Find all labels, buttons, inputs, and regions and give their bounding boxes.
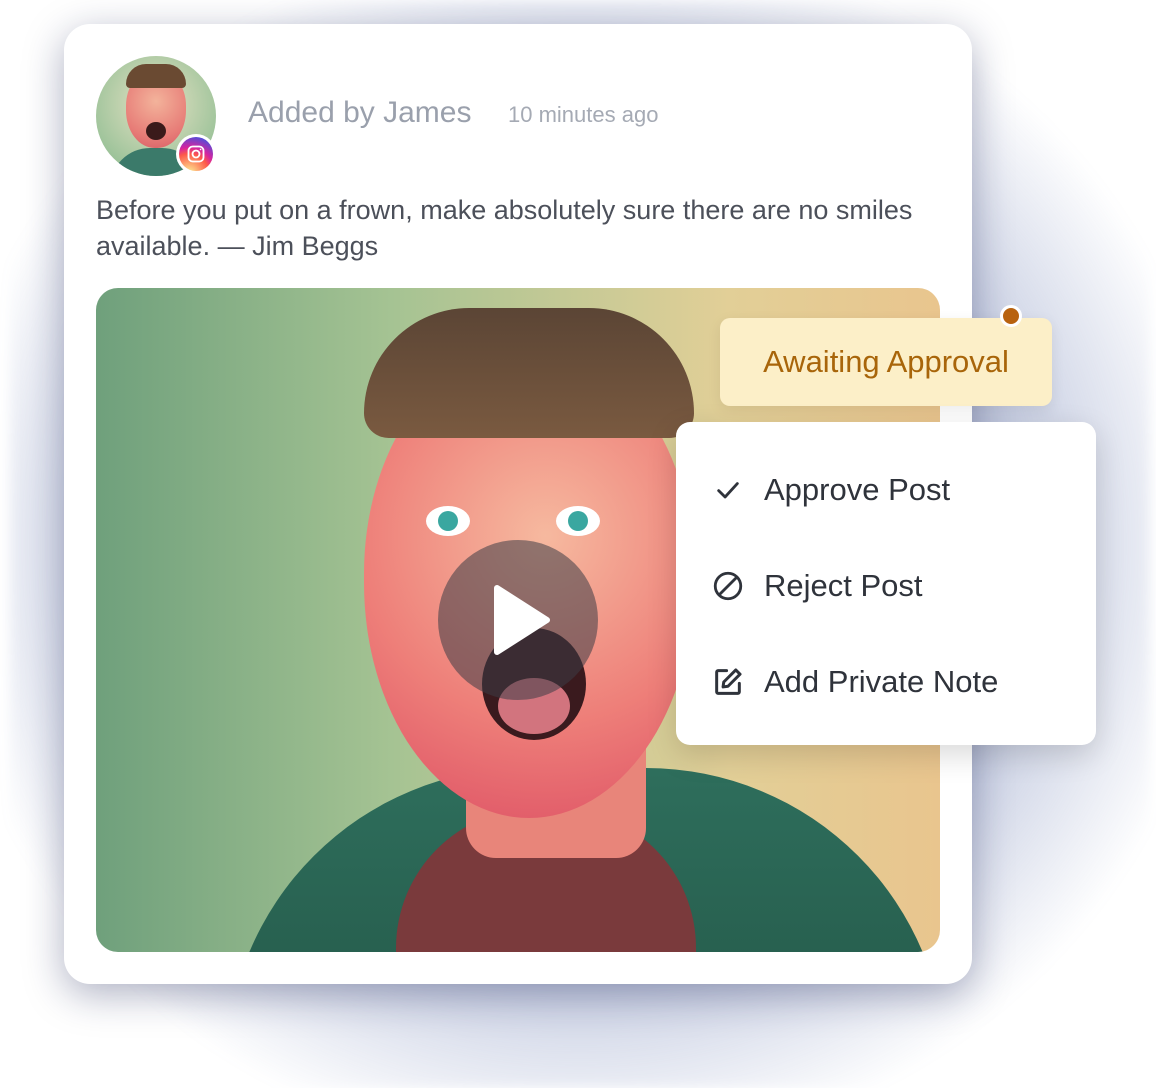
menu-item-label: Approve Post — [764, 472, 951, 507]
play-icon — [494, 585, 550, 655]
stage: Added by James 10 minutes ago Before you… — [0, 0, 1156, 1088]
edit-note-icon — [710, 664, 746, 700]
media-left-eye — [426, 506, 470, 536]
status-badge[interactable]: Awaiting Approval — [720, 318, 1052, 406]
menu-item-label: Reject Post — [764, 568, 923, 603]
instagram-icon — [179, 137, 213, 171]
post-timestamp: 10 minutes ago — [508, 102, 659, 127]
approval-menu: Approve Post Reject Post Add Private Not… — [676, 422, 1096, 745]
menu-item-add-private-note[interactable]: Add Private Note — [676, 642, 1096, 722]
menu-item-label: Add Private Note — [764, 664, 999, 699]
media-hair — [364, 308, 694, 438]
instagram-badge — [176, 134, 216, 174]
menu-item-approve-post[interactable]: Approve Post — [676, 450, 1096, 530]
check-icon — [710, 472, 746, 508]
block-icon — [710, 568, 746, 604]
avatar-mouth — [146, 122, 166, 140]
status-label: Awaiting Approval — [763, 344, 1009, 379]
media-right-eye — [556, 506, 600, 536]
post-caption: Before you put on a frown, make absolute… — [96, 195, 913, 261]
menu-item-reject-post[interactable]: Reject Post — [676, 546, 1096, 626]
author-line: Added by James — [248, 96, 472, 129]
status-dot — [1000, 305, 1022, 327]
play-button[interactable] — [438, 540, 598, 700]
avatar-hair — [126, 64, 186, 88]
